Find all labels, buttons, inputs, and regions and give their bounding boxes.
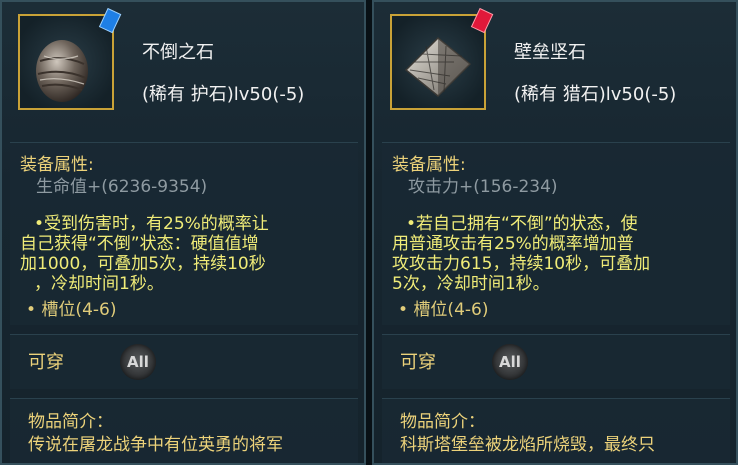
wearable-label: 可穿 — [28, 352, 64, 373]
item-name: 不倒之石 — [142, 42, 214, 63]
item-icon-slot[interactable] — [18, 7, 122, 110]
attribute-value: 生命值+(6236-9354) — [36, 177, 208, 197]
slot-range: • 槽位(4-6) — [398, 300, 489, 320]
wearable-label: 可穿 — [400, 352, 436, 373]
intro-text: 科斯塔堡垒被龙焰所烧毁，最终只 — [400, 435, 655, 455]
effect-description: •若自己拥有“不倒”的状态，使 用普通攻击有25%的概率增加普 攻攻击力615，… — [392, 214, 651, 294]
class-all-badge[interactable]: All — [492, 344, 528, 380]
intro-label: 物品简介： — [28, 412, 113, 432]
blue-gem-icon — [98, 7, 122, 34]
item-tooltip-right: 壁垒坚石 (稀有 猎石)lv50(-5) 装备属性: 攻击力+(156-234)… — [372, 0, 738, 465]
item-name: 壁垒坚石 — [514, 42, 586, 63]
item-rarity-level: (稀有 猎石)lv50(-5) — [514, 84, 677, 105]
intro-label: 物品简介： — [400, 412, 485, 432]
red-gem-icon — [470, 7, 494, 34]
item-rarity-level: (稀有 护石)lv50(-5) — [142, 84, 305, 105]
item-icon-slot[interactable] — [390, 7, 494, 110]
effect-description: •受到伤害时，有25%的概率让 自己获得“不倒”状态：硬值值增 加1000，可叠… — [20, 214, 269, 294]
attribute-value: 攻击力+(156-234) — [408, 177, 558, 197]
item-tooltip-left: 不倒之石 (稀有 护石)lv50(-5) 装备属性: 生命值+(6236-935… — [0, 0, 366, 465]
class-all-badge[interactable]: All — [120, 344, 156, 380]
intro-text: 传说在屠龙战争中有位英勇的将军 — [28, 435, 283, 455]
slot-range: • 槽位(4-6) — [26, 300, 117, 320]
